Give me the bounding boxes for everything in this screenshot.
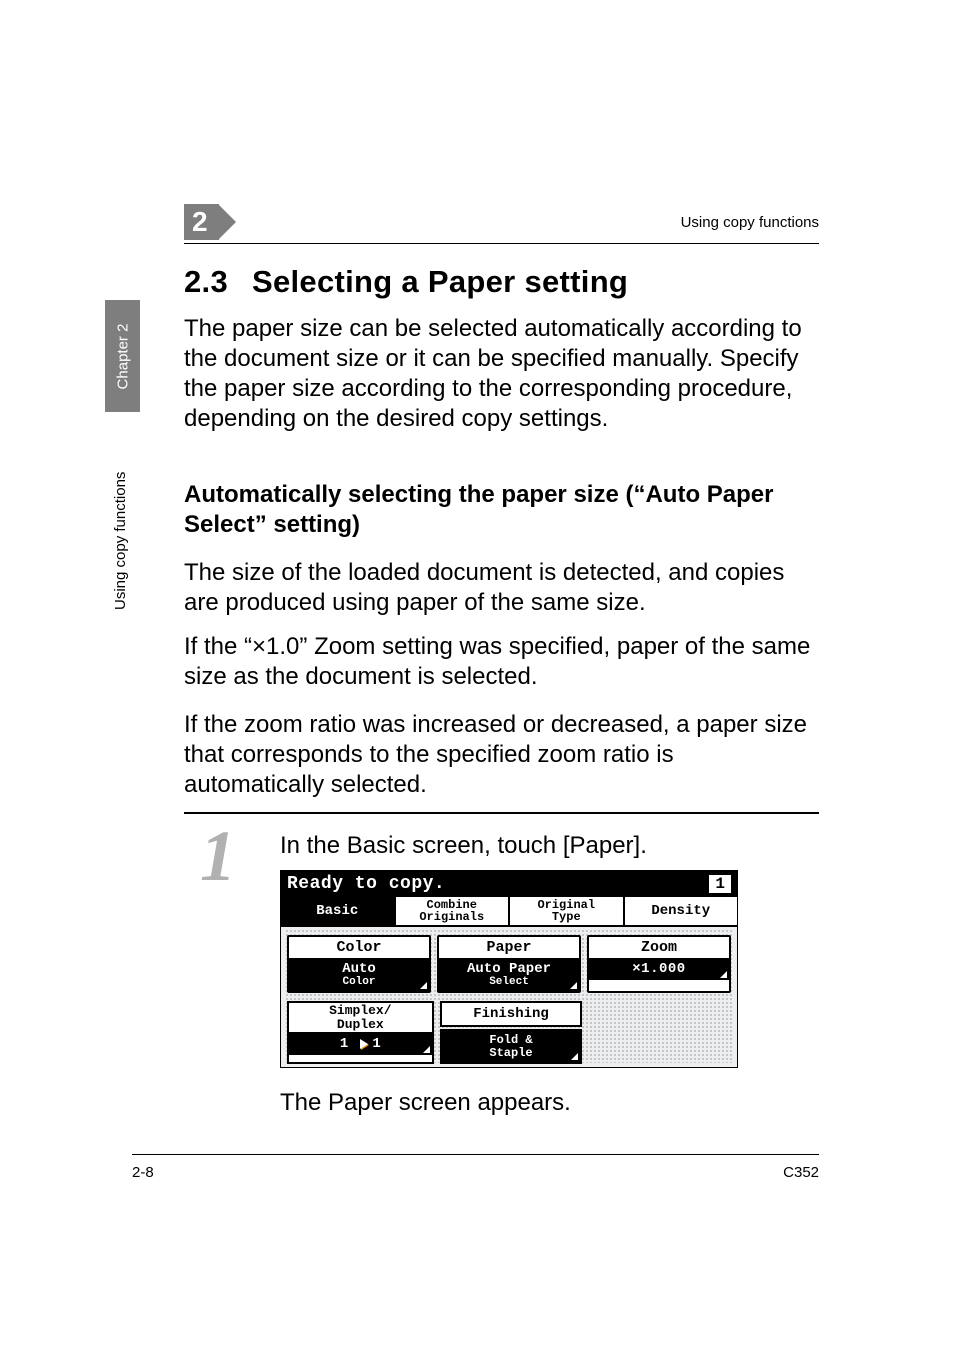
step-separator	[184, 812, 819, 814]
device-title-bar: Ready to copy. 1	[281, 871, 737, 897]
fold-staple-button[interactable]: Fold & Staple	[440, 1029, 583, 1064]
tab-original-type[interactable]: Original Type	[510, 897, 625, 925]
value-left: 1	[340, 1036, 348, 1052]
paragraph: The size of the loaded document is detec…	[184, 558, 818, 618]
paragraph: The paper size can be selected automatic…	[184, 314, 818, 434]
zoom-button[interactable]: Zoom ×1.000	[587, 935, 731, 993]
corner-icon	[570, 982, 577, 989]
finishing-button[interactable]: Finishing	[440, 1001, 583, 1027]
corner-icon	[720, 971, 727, 978]
button-label: Zoom	[589, 937, 729, 959]
value-line: Auto	[342, 961, 376, 977]
running-head: Using copy functions	[681, 214, 819, 231]
subheading: Automatically selecting the paper size (…	[184, 480, 818, 540]
value-line: ×1.000	[632, 961, 685, 977]
header-rule	[184, 243, 819, 244]
color-button[interactable]: Color Auto Color	[287, 935, 431, 993]
tab-combine-originals[interactable]: Combine Originals	[396, 897, 511, 925]
arrow-right-icon	[360, 1039, 368, 1049]
chapter-badge: 2	[184, 204, 236, 240]
page-header: 2 Using copy functions	[184, 204, 819, 240]
section-title-text: Selecting a Paper setting	[252, 264, 628, 299]
corner-icon	[420, 982, 427, 989]
paper-button[interactable]: Paper Auto Paper Select	[437, 935, 581, 993]
chapter-badge-arrow	[219, 205, 236, 239]
value-line: Staple	[489, 1046, 532, 1060]
button-value: ×1.000	[589, 959, 729, 980]
corner-icon	[571, 1053, 578, 1060]
paragraph: If the zoom ratio was increased or decre…	[184, 710, 818, 800]
device-row: Simplex/ Duplex 1 1 Finishing Fold &	[285, 1001, 733, 1064]
side-section-label: Using copy functions	[112, 472, 129, 610]
step-result: The Paper screen appears.	[280, 1089, 571, 1117]
tab-label: Originals	[419, 911, 484, 923]
button-label: Paper	[439, 937, 579, 959]
copies-count: 1	[708, 875, 731, 894]
simplex-duplex-button[interactable]: Simplex/ Duplex 1 1	[287, 1001, 434, 1064]
section-title: 2.3 Selecting a Paper setting	[184, 264, 628, 300]
value-line: Auto Paper	[467, 961, 551, 977]
tab-density[interactable]: Density	[625, 897, 738, 925]
button-label: Simplex/ Duplex	[289, 1003, 432, 1033]
side-strip: Chapter 2 Using copy functions	[105, 300, 165, 800]
paragraph: If the “×1.0” Zoom setting was specified…	[184, 632, 818, 692]
device-tabs: Basic Combine Originals Original Type De…	[281, 897, 737, 927]
button-value: 1 1	[289, 1033, 432, 1055]
device-row: Color Auto Color Paper Auto Paper Select…	[285, 935, 733, 993]
device-body: Color Auto Color Paper Auto Paper Select…	[285, 929, 733, 1063]
finishing-column: Finishing Fold & Staple	[440, 1001, 583, 1064]
side-chapter-box: Chapter 2	[105, 300, 140, 412]
page-number: 2-8	[132, 1164, 154, 1181]
tab-basic[interactable]: Basic	[281, 897, 396, 925]
button-label: Finishing	[473, 1006, 549, 1022]
section-number: 2.3	[184, 264, 228, 299]
value-line: Select	[439, 977, 579, 989]
device-screen: Ready to copy. 1 Basic Combine Originals…	[280, 870, 738, 1068]
value-line: Color	[289, 977, 429, 989]
model-label: C352	[783, 1164, 819, 1181]
tab-label: Density	[651, 904, 710, 918]
value-right: 1	[372, 1036, 380, 1052]
step-instruction: In the Basic screen, touch [Paper].	[280, 832, 647, 860]
step-number: 1	[200, 820, 236, 892]
side-chapter-label: Chapter 2	[114, 323, 131, 389]
label-line: Duplex	[337, 1017, 384, 1032]
footer-rule	[132, 1154, 819, 1155]
chapter-number: 2	[184, 204, 219, 240]
button-label: Color	[289, 937, 429, 959]
empty-cell	[588, 1001, 731, 1064]
corner-icon	[423, 1046, 430, 1053]
button-value: Auto Color	[289, 959, 429, 991]
tab-label: Basic	[316, 904, 358, 918]
button-value: Auto Paper Select	[439, 959, 579, 991]
device-status-text: Ready to copy.	[287, 874, 445, 894]
tab-label: Type	[552, 911, 581, 923]
